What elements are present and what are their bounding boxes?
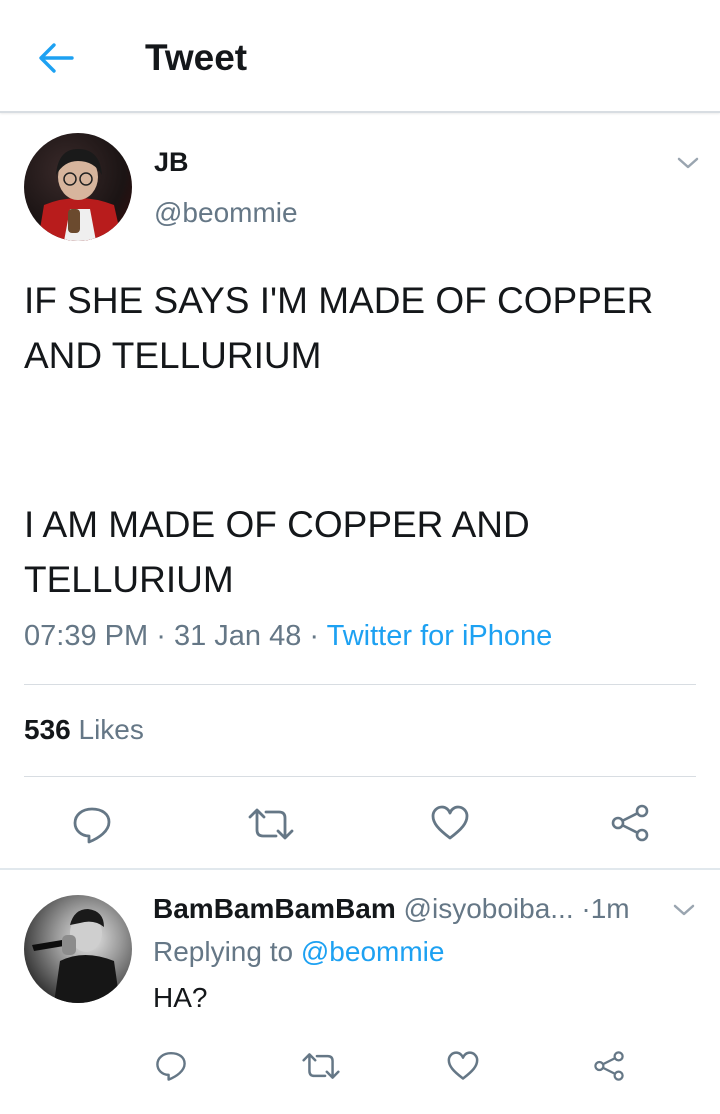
top-bar: Tweet (0, 0, 720, 113)
meta-separator: · (156, 620, 166, 652)
reply-text: HA? (153, 982, 208, 1013)
tweet-source-link[interactable]: Twitter for iPhone (327, 620, 553, 652)
reply-time: 1m (590, 893, 630, 924)
tweet-text-paragraph-1: IF SHE SAYS I'M MADE OF COPPER AND TELLU… (24, 280, 654, 376)
avatar[interactable] (24, 895, 132, 1003)
retweet-icon[interactable] (302, 1052, 340, 1080)
avatar[interactable] (24, 133, 132, 241)
reply-author-name[interactable]: BamBamBamBam (153, 893, 396, 924)
replying-handle-link[interactable]: @beommie (301, 936, 445, 967)
page-title: Tweet (145, 37, 248, 78)
divider (24, 776, 696, 777)
share-icon[interactable] (593, 1050, 625, 1082)
divider (24, 684, 696, 685)
likes-stat[interactable]: 536 Likes (24, 714, 144, 746)
tweet-meta: 07:39 PM · 31 Jan 48 · Twitter for iPhon… (24, 620, 552, 653)
likes-label: Likes (78, 714, 144, 745)
author-name[interactable]: JB (154, 147, 189, 178)
tweet-time: 07:39 PM (24, 620, 149, 652)
author-handle[interactable]: @beommie (154, 197, 298, 229)
back-arrow-icon[interactable] (36, 38, 76, 78)
chevron-down-icon[interactable] (672, 902, 696, 918)
like-icon[interactable] (430, 805, 470, 841)
tweet-text-paragraph-2: I AM MADE OF COPPER AND TELLURIUM (24, 504, 530, 600)
retweet-icon[interactable] (248, 808, 294, 840)
tweet-date: 31 Jan 48 (173, 620, 302, 652)
reply-icon[interactable] (72, 806, 112, 844)
reply-icon[interactable] (155, 1050, 187, 1082)
divider (0, 868, 720, 870)
replying-prefix: Replying to (153, 936, 294, 967)
likes-count: 536 (24, 714, 71, 745)
share-icon[interactable] (610, 804, 650, 842)
chevron-down-icon[interactable] (676, 155, 700, 171)
reply-author-handle[interactable]: @isyoboiba... (404, 893, 574, 924)
replying-to: Replying to @beommie (153, 936, 444, 968)
reply-separator: · (581, 893, 591, 924)
meta-separator: · (309, 620, 320, 652)
like-icon[interactable] (446, 1051, 480, 1081)
reply-header: BamBamBamBam @isyoboiba... ·1m (153, 893, 630, 925)
